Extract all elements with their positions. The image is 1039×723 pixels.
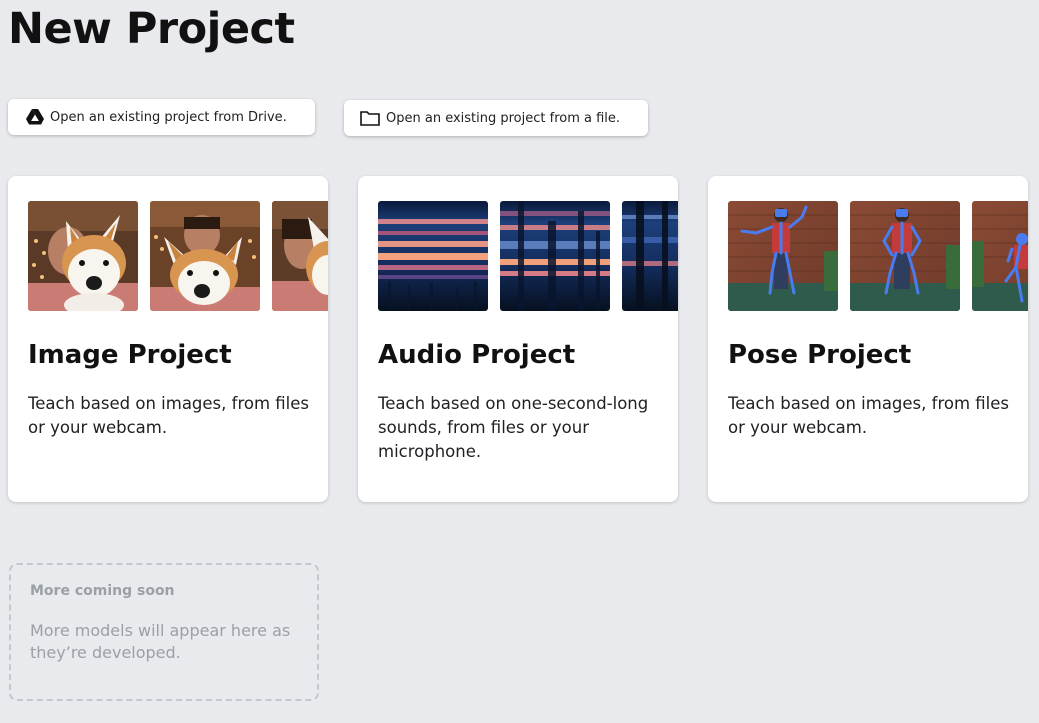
audio-project-title: Audio Project: [378, 340, 576, 370]
image-project-card[interactable]: Image Project Teach based on images, fro…: [8, 176, 328, 502]
more-coming-soon-card: More coming soon More models will appear…: [9, 563, 319, 701]
pose-project-thumbnails: [728, 201, 1028, 311]
coming-soon-title: More coming soon: [30, 583, 175, 599]
pose-project-card[interactable]: Pose Project Teach based on images, from…: [708, 176, 1028, 502]
page-title: New Project: [8, 4, 295, 54]
google-drive-icon: [26, 109, 44, 125]
image-project-thumbnails: [28, 201, 328, 311]
pose-skeleton-photo: [972, 201, 1028, 311]
pose-project-title: Pose Project: [728, 340, 912, 370]
open-from-file-button[interactable]: Open an existing project from a file.: [344, 100, 648, 136]
spectrogram-image: [378, 201, 488, 311]
plush-dog-photo: [28, 201, 138, 311]
image-project-title: Image Project: [28, 340, 232, 370]
pose-skeleton-photo: [850, 201, 960, 311]
audio-project-thumbnails: [378, 201, 678, 311]
pose-skeleton-photo: [728, 201, 838, 311]
spectrogram-image: [500, 201, 610, 311]
plush-dog-photo: [272, 201, 328, 311]
spectrogram-image: [622, 201, 678, 311]
plush-dog-photo: [150, 201, 260, 311]
audio-project-card[interactable]: Audio Project Teach based on one-second-…: [358, 176, 678, 502]
open-from-drive-label: Open an existing project from Drive.: [50, 109, 287, 125]
open-from-drive-button[interactable]: Open an existing project from Drive.: [8, 99, 315, 135]
coming-soon-description: More models will appear here as they’re …: [30, 621, 291, 662]
folder-icon: [360, 111, 380, 126]
image-project-description: Teach based on images, from files or you…: [28, 394, 310, 437]
pose-project-description: Teach based on images, from files or you…: [728, 394, 1010, 437]
audio-project-description: Teach based on one-second-long sounds, f…: [378, 394, 649, 461]
open-from-file-label: Open an existing project from a file.: [386, 110, 621, 126]
